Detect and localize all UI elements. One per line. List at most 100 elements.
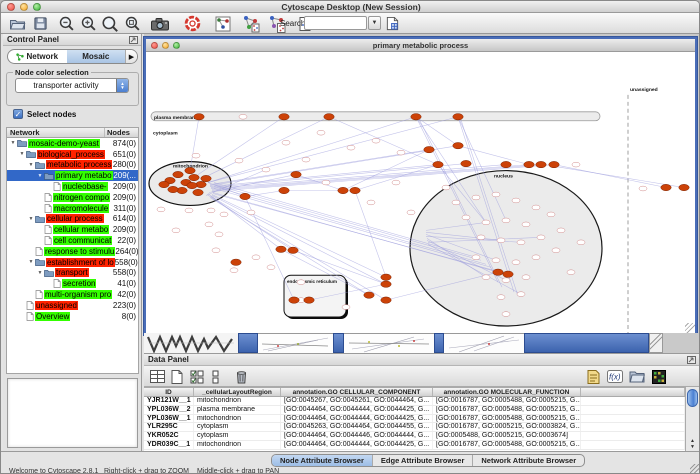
attribute-browser-tab[interactable]: Edge Attribute Browser bbox=[373, 455, 473, 466]
network-graph[interactable]: plasma membranecytoplasmunassignednucleu… bbox=[146, 53, 695, 333]
help-icon[interactable] bbox=[182, 14, 202, 33]
import-annotation-icon[interactable] bbox=[382, 14, 402, 33]
float-panel-icon[interactable] bbox=[129, 36, 138, 46]
attribute-table[interactable]: ID_cellularLayoutRegionannotation.GO CEL… bbox=[144, 387, 685, 451]
table-column-header[interactable]: _cellularLayoutRegion bbox=[194, 388, 281, 396]
tree-col-network[interactable]: Network bbox=[7, 128, 105, 137]
expand-arrow-icon[interactable]: ▼ bbox=[27, 162, 35, 168]
tree-row[interactable]: ▼transport558(0) bbox=[7, 268, 138, 279]
expand-arrow-icon[interactable]: ▼ bbox=[18, 151, 26, 157]
snapshot-icon[interactable] bbox=[147, 14, 173, 33]
table-cell: [GO:0044464, GO:0044446, GO:0044444, G..… bbox=[281, 432, 433, 440]
new-attribute-icon[interactable] bbox=[168, 368, 186, 385]
bottom-bar: Node Attribute BrowserEdge Attribute Bro… bbox=[1, 451, 700, 474]
window-titlebar[interactable]: Cytoscape Desktop (New Session) bbox=[1, 1, 700, 13]
expand-arrow-icon[interactable]: ▼ bbox=[27, 259, 35, 265]
table-icon[interactable] bbox=[148, 368, 166, 385]
tree-row[interactable]: ▼mosaic-demo-yeast874(0) bbox=[7, 138, 138, 149]
zoom-selected-icon[interactable] bbox=[122, 14, 142, 33]
select-attributes-icon[interactable] bbox=[188, 368, 206, 385]
scrollbar-arrows-icon[interactable]: ▲▼ bbox=[687, 438, 698, 450]
table-scrollbar[interactable]: ▲▼ bbox=[685, 387, 699, 451]
tree-row[interactable]: ▼metabolic process280(0) bbox=[7, 160, 138, 171]
expand-arrow-icon[interactable]: ▼ bbox=[27, 216, 35, 222]
background-window[interactable] bbox=[258, 333, 333, 353]
tab-network[interactable]: Network bbox=[8, 50, 67, 63]
tree-row[interactable]: nucleobase-209(0) bbox=[7, 181, 138, 192]
float-panel-icon[interactable] bbox=[687, 356, 696, 366]
tree-row[interactable]: ▼biological_process651(0) bbox=[7, 149, 138, 160]
expand-arrow-icon[interactable]: ▼ bbox=[9, 140, 17, 146]
tree-row-label: response to stimulu bbox=[44, 247, 115, 256]
tree-row[interactable]: macromolecule311(0) bbox=[7, 203, 138, 214]
table-column-header[interactable] bbox=[581, 388, 685, 396]
tree-row[interactable]: nitrogen compo209(0) bbox=[7, 192, 138, 203]
save-icon[interactable] bbox=[30, 14, 50, 33]
background-window-titlebar[interactable] bbox=[524, 333, 649, 353]
background-window-grip[interactable] bbox=[649, 333, 663, 353]
tree-row[interactable]: cellular metabo209(0) bbox=[7, 224, 138, 235]
network-overview-icon[interactable] bbox=[213, 14, 233, 33]
open-icon[interactable] bbox=[7, 14, 27, 33]
tree-row[interactable]: ▼cellular process614(0) bbox=[7, 214, 138, 225]
attribute-browser-tab[interactable]: Network Attribute Browser bbox=[473, 455, 584, 466]
table-row[interactable]: YPL036W__1mitochondrion[GO:0044464, GO:0… bbox=[144, 415, 685, 424]
zoom-in-icon[interactable] bbox=[78, 14, 98, 33]
tree-row[interactable]: secretion41(0) bbox=[7, 278, 138, 289]
expand-arrow-icon[interactable]: ▼ bbox=[36, 270, 44, 276]
expand-arrow-icon[interactable]: ▼ bbox=[36, 173, 44, 179]
tree-row[interactable]: cell communicat22(0) bbox=[7, 235, 138, 246]
search-input[interactable] bbox=[304, 16, 367, 30]
annotation-icon[interactable] bbox=[584, 368, 602, 385]
table-cell bbox=[581, 441, 685, 449]
table-column-header[interactable]: ID bbox=[144, 388, 194, 396]
function-builder-icon[interactable]: f(x) bbox=[606, 368, 624, 385]
tree-row-count: 311(0) bbox=[113, 204, 138, 213]
view-resize-grip[interactable] bbox=[685, 323, 695, 333]
tree-row[interactable]: ▼primary metabo209(... bbox=[7, 170, 138, 181]
birdseye-view[interactable] bbox=[7, 378, 138, 448]
table-row[interactable]: YJR121W__1mitochondrion[GO:0045267, GO:0… bbox=[144, 397, 685, 406]
tree-row[interactable]: response to stimulu264(0) bbox=[7, 246, 138, 257]
background-window-edge[interactable] bbox=[333, 333, 344, 353]
window-resize-grip[interactable] bbox=[690, 464, 700, 474]
network-view-titlebar[interactable]: primary metabolic process bbox=[146, 39, 695, 52]
background-window-edge[interactable] bbox=[238, 333, 258, 353]
svg-text:plasma membrane: plasma membrane bbox=[154, 115, 198, 121]
node-color-combobox[interactable]: transporter activity ▲▼ bbox=[15, 78, 129, 93]
tab-overflow-arrow[interactable]: ▶ bbox=[125, 50, 137, 63]
tree-row[interactable]: unassigned223(0) bbox=[7, 300, 138, 311]
tree-row[interactable]: ▼establishment of lo558(0) bbox=[7, 257, 138, 268]
page-icon bbox=[44, 236, 52, 245]
page-icon bbox=[44, 225, 52, 234]
table-column-header[interactable]: annotation.GO CELLULAR_COMPONENT bbox=[281, 388, 433, 396]
select-nodes-checkbox[interactable]: ✓ bbox=[13, 109, 23, 119]
tree-row[interactable]: Overview8(0) bbox=[7, 311, 138, 322]
tree-col-nodes[interactable]: Nodes bbox=[105, 128, 138, 137]
table-row[interactable]: YKR052Ccytoplasm[GO:0044464, GO:0044446,… bbox=[144, 432, 685, 441]
zoom-fit-icon[interactable] bbox=[100, 14, 120, 33]
table-row[interactable]: YDR039C__1mitochondrion[GO:0044464, GO:0… bbox=[144, 441, 685, 450]
background-window[interactable] bbox=[444, 333, 524, 353]
background-window[interactable] bbox=[344, 333, 434, 353]
zoom-out-icon[interactable] bbox=[56, 14, 76, 33]
import-attributes-icon[interactable] bbox=[628, 368, 646, 385]
network-canvas[interactable]: plasma membranecytoplasmunassignednucleu… bbox=[146, 53, 695, 333]
table-cell: [GO:0016787, GO:0005488, GO:0005215, G..… bbox=[433, 441, 581, 449]
table-column-header[interactable]: annotation.GO MOLECULAR_FUNCTION bbox=[433, 388, 581, 396]
tab-mosaic[interactable]: Mosaic bbox=[67, 50, 126, 63]
search-options-dropdown[interactable]: ▼ bbox=[368, 16, 381, 30]
tree-row[interactable]: multi-organism pro42(0) bbox=[7, 289, 138, 300]
page-icon bbox=[44, 204, 52, 213]
table-row[interactable]: YPL036W__2plasma membrane[GO:0044464, GO… bbox=[144, 406, 685, 415]
scrollbar-thumb[interactable] bbox=[687, 389, 698, 407]
table-row[interactable]: YLR295Ccytoplasm[GO:0045263, GO:0044464,… bbox=[144, 423, 685, 432]
apply-layout-icon[interactable] bbox=[241, 14, 261, 33]
unselect-attributes-icon[interactable] bbox=[208, 368, 226, 385]
attribute-browser-tab[interactable]: Node Attribute Browser bbox=[272, 455, 373, 466]
table-cell: YLR295C bbox=[144, 423, 194, 431]
attribute-matrix-icon[interactable] bbox=[650, 368, 668, 385]
network-view-window[interactable]: primary metabolic process plasma membran… bbox=[144, 37, 697, 335]
background-window-edge[interactable] bbox=[434, 333, 444, 353]
delete-attribute-icon[interactable] bbox=[232, 368, 250, 385]
